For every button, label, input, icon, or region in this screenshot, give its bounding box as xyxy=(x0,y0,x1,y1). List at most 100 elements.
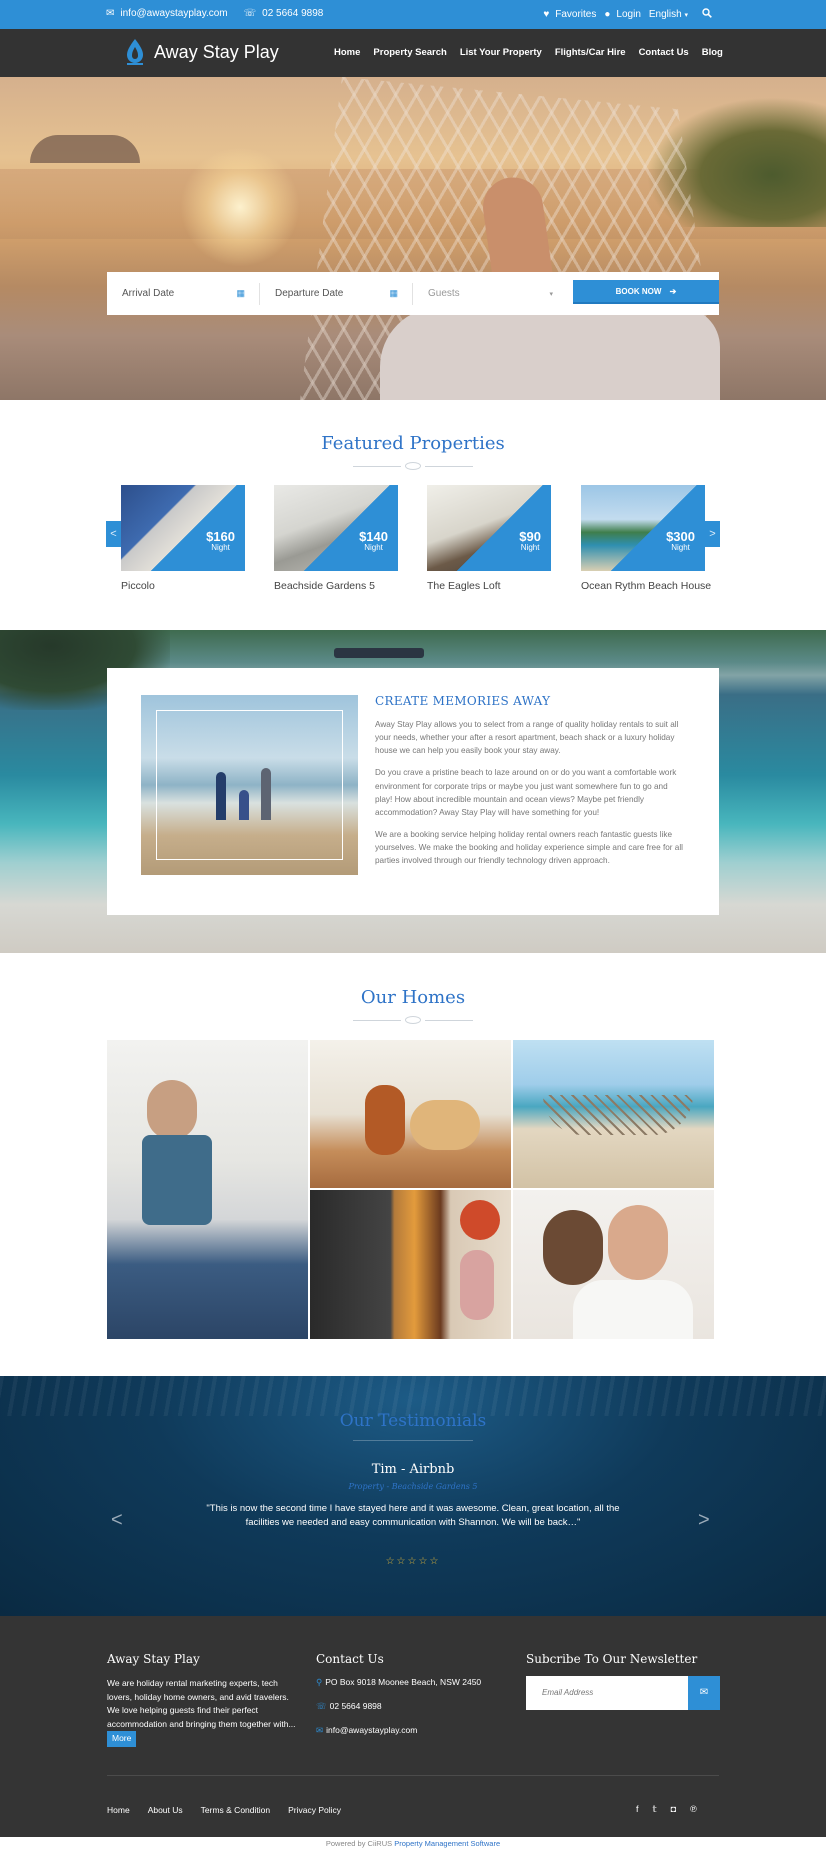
photo-person xyxy=(543,1210,603,1285)
twitter-icon[interactable]: 𝕥 xyxy=(653,1804,657,1815)
caret-down-icon: ▾ xyxy=(549,290,553,298)
gallery-image-fireplace[interactable] xyxy=(310,1190,511,1339)
carousel-next-button[interactable]: > xyxy=(705,521,720,547)
logo-drop-icon xyxy=(124,38,146,66)
search-icon[interactable] xyxy=(702,8,712,21)
price-ribbon xyxy=(581,485,705,571)
footer-phone[interactable]: ☏ 02 5664 9898 xyxy=(316,1701,506,1712)
price-badge: $300 Night xyxy=(666,529,695,553)
nav-property-search[interactable]: Property Search xyxy=(373,47,446,58)
phone-icon: ☏ xyxy=(316,1701,327,1711)
property-name: Beachside Gardens 5 xyxy=(274,580,375,592)
newsletter-title: Subcribe To Our Newsletter xyxy=(526,1652,698,1666)
photo-person xyxy=(142,1135,212,1225)
newsletter-email-input[interactable]: Email Address xyxy=(526,1676,688,1710)
photo-person xyxy=(365,1085,405,1155)
map-marker-icon: ⚲ xyxy=(316,1677,323,1687)
property-name: Piccolo xyxy=(121,580,155,592)
property-card[interactable]: $300 Night Ocean Rythm Beach House xyxy=(581,485,712,592)
nav-contact-us[interactable]: Contact Us xyxy=(639,47,689,58)
calendar-icon: ▦ xyxy=(389,288,398,298)
memories-title: CREATE MEMORIES AWAY xyxy=(375,694,551,708)
property-image: $140 Night xyxy=(274,485,398,571)
top-bar: ✉ info@awaystayplay.com ☏ 02 5664 9898 ♥ Fa… xyxy=(0,0,826,29)
carousel-prev-button[interactable]: < xyxy=(106,521,121,547)
footer-about-title: Away Stay Play xyxy=(107,1652,200,1666)
photo-frame xyxy=(156,710,343,860)
price-ribbon xyxy=(274,485,398,571)
property-card[interactable]: $140 Night Beachside Gardens 5 xyxy=(274,485,398,592)
title-divider xyxy=(353,462,473,470)
testimonial-property: Property - Beachside Gardens 5 xyxy=(348,1482,478,1491)
guests-select[interactable]: Guests ▾ xyxy=(413,272,563,315)
photo-dog xyxy=(410,1100,480,1150)
facebook-icon[interactable]: f xyxy=(636,1804,639,1815)
footer-link-home[interactable]: Home xyxy=(107,1805,130,1815)
powered-by: Powered by CiiRUS Property Management So… xyxy=(0,1837,826,1850)
instagram-icon[interactable]: ◘ xyxy=(671,1804,676,1815)
footer-email[interactable]: ✉ info@awaystayplay.com xyxy=(316,1725,506,1736)
nav-home[interactable]: Home xyxy=(334,47,360,58)
price-badge: $90 Night xyxy=(519,529,541,553)
property-name: Ocean Rythm Beach House xyxy=(581,580,712,592)
featured-carousel: $160 Night Piccolo $140 Night Beachside Ga… xyxy=(106,485,720,595)
envelope-icon: ✉ xyxy=(106,8,115,19)
booking-form: Arrival Date ▦ Departure Date ▦ Guests ▾… xyxy=(107,272,719,315)
memories-paragraph: We are a booking service helping holiday… xyxy=(375,829,683,866)
footer: Away Stay Play We are holiday rental mar… xyxy=(0,1616,826,1850)
memories-paragraph: Away Stay Play allows you to select from… xyxy=(375,720,679,756)
powered-by-link[interactable]: Property Management Software xyxy=(394,1839,500,1848)
gallery-image-couple[interactable] xyxy=(513,1190,714,1339)
property-card[interactable]: $90 Night The Eagles Loft xyxy=(427,485,551,592)
favorites-link[interactable]: ♥ Favorites xyxy=(543,9,596,20)
footer-contact-title: Contact Us xyxy=(316,1652,384,1666)
memories-card: CREATE MEMORIES AWAY Away Stay Play allo… xyxy=(107,668,719,915)
memories-boat xyxy=(334,648,424,658)
more-button[interactable]: More xyxy=(107,1731,137,1747)
testimonial-quote: "This is now the second time I have stay… xyxy=(206,1503,620,1529)
phone-link[interactable]: ☏ 02 5664 9898 xyxy=(244,8,324,19)
departure-date-field[interactable]: Departure Date ▦ xyxy=(260,282,413,305)
pinterest-icon[interactable]: ℗ xyxy=(690,1804,697,1815)
main-navigation: Away Stay Play Home Property Search List… xyxy=(0,29,826,77)
memories-text: CREATE MEMORIES AWAY Away Stay Play allo… xyxy=(375,694,685,876)
property-card[interactable]: $160 Night Piccolo xyxy=(121,485,245,592)
language-select[interactable]: English ▾ xyxy=(649,9,688,20)
footer-link-privacy[interactable]: Privacy Policy xyxy=(288,1805,341,1815)
testimonial-prev-button[interactable]: < xyxy=(111,1509,123,1532)
newsletter-submit-button[interactable]: ✉ xyxy=(688,1676,720,1710)
testimonial-next-button[interactable]: > xyxy=(698,1509,710,1532)
nav-flights-car-hire[interactable]: Flights/Car Hire xyxy=(555,47,626,58)
footer-about-text: We are holiday rental marketing experts,… xyxy=(107,1678,296,1729)
water-surface xyxy=(0,1376,826,1416)
brand-logo[interactable]: Away Stay Play xyxy=(124,38,279,66)
photo-shirt xyxy=(573,1280,693,1339)
price-badge: $140 Night xyxy=(359,529,388,553)
brand-name: Away Stay Play xyxy=(154,41,279,62)
book-now-button[interactable]: BOOK NOW ➔ xyxy=(573,280,719,304)
footer-link-about[interactable]: About Us xyxy=(148,1805,183,1815)
envelope-icon: ✉ xyxy=(699,1687,709,1698)
newsletter-form: Email Address ✉ xyxy=(526,1676,720,1710)
footer-link-terms[interactable]: Terms & Condition xyxy=(201,1805,270,1815)
photo-flowers xyxy=(460,1200,500,1240)
footer-divider xyxy=(107,1775,719,1776)
gallery-image-family[interactable] xyxy=(107,1040,308,1339)
title-divider xyxy=(353,1440,473,1441)
photo-vase xyxy=(460,1250,494,1320)
gallery-image-hammock[interactable] xyxy=(513,1040,714,1188)
property-image: $160 Night xyxy=(121,485,245,571)
email-link[interactable]: ✉ info@awaystayplay.com xyxy=(106,8,228,19)
family-beach-photo xyxy=(141,695,358,875)
nav-blog[interactable]: Blog xyxy=(702,47,723,58)
arrival-date-field[interactable]: Arrival Date ▦ xyxy=(107,282,260,305)
memories-paragraph: Do you crave a pristine beach to laze ar… xyxy=(375,768,677,817)
footer-links: Home About Us Terms & Condition Privacy … xyxy=(107,1805,341,1815)
login-link[interactable]: ● Login xyxy=(604,9,641,20)
price-ribbon xyxy=(121,485,245,571)
footer-contact: Contact Us ⚲ PO Box 9018 Moonee Beach, NS… xyxy=(316,1652,506,1749)
property-image: $90 Night xyxy=(427,485,551,571)
nav-list-property[interactable]: List Your Property xyxy=(460,47,542,58)
gallery-image-dog[interactable] xyxy=(310,1040,511,1188)
envelope-icon: ✉ xyxy=(316,1725,324,1735)
